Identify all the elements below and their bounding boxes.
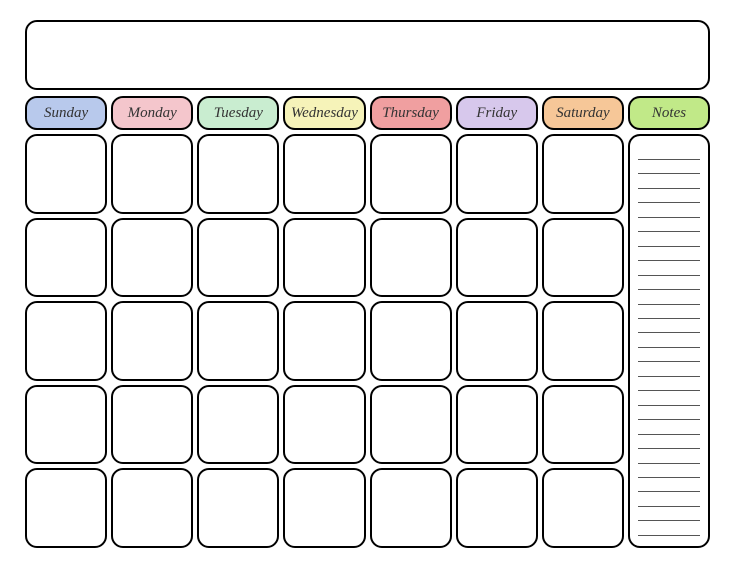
day-cell[interactable]	[283, 468, 365, 548]
day-cell[interactable]	[456, 301, 538, 381]
day-cell[interactable]	[542, 468, 624, 548]
note-line	[638, 276, 700, 290]
day-cell[interactable]	[456, 134, 538, 214]
day-column-saturday: Saturday	[542, 96, 624, 548]
note-line	[638, 218, 700, 232]
day-cell[interactable]	[111, 218, 193, 298]
day-column-thursday: Thursday	[370, 96, 452, 548]
day-cell[interactable]	[542, 134, 624, 214]
note-line	[638, 291, 700, 305]
calendar-columns: SundayMondayTuesdayWednesdayThursdayFrid…	[25, 96, 710, 548]
note-line	[638, 189, 700, 203]
note-line	[638, 507, 700, 521]
day-cell[interactable]	[283, 218, 365, 298]
day-cell[interactable]	[370, 301, 452, 381]
day-column-wednesday: Wednesday	[283, 96, 365, 548]
note-line	[638, 493, 700, 507]
day-cell[interactable]	[25, 301, 107, 381]
day-cell[interactable]	[542, 385, 624, 465]
day-header-thursday: Thursday	[370, 96, 452, 130]
day-header-tuesday: Tuesday	[197, 96, 279, 130]
note-line	[638, 305, 700, 319]
day-cell[interactable]	[111, 301, 193, 381]
day-cell[interactable]	[197, 385, 279, 465]
day-cell[interactable]	[283, 134, 365, 214]
day-cell[interactable]	[456, 468, 538, 548]
notes-header: Notes	[628, 96, 710, 130]
note-line	[638, 334, 700, 348]
note-line	[638, 160, 700, 174]
day-cell[interactable]	[25, 134, 107, 214]
note-line	[638, 450, 700, 464]
day-cell[interactable]	[197, 468, 279, 548]
day-cell[interactable]	[25, 218, 107, 298]
note-line	[638, 522, 700, 536]
day-cell[interactable]	[197, 134, 279, 214]
day-cell[interactable]	[456, 385, 538, 465]
day-cell[interactable]	[25, 385, 107, 465]
day-header-sunday: Sunday	[25, 96, 107, 130]
note-line	[638, 204, 700, 218]
note-line	[638, 406, 700, 420]
day-column-sunday: Sunday	[25, 96, 107, 548]
day-header-friday: Friday	[456, 96, 538, 130]
note-line	[638, 478, 700, 492]
note-line	[638, 435, 700, 449]
day-column-tuesday: Tuesday	[197, 96, 279, 548]
day-cell[interactable]	[456, 218, 538, 298]
day-cell[interactable]	[370, 385, 452, 465]
notes-column: Notes	[628, 96, 710, 548]
day-cell[interactable]	[197, 301, 279, 381]
note-line	[638, 392, 700, 406]
day-header-wednesday: Wednesday	[283, 96, 365, 130]
day-cell[interactable]	[197, 218, 279, 298]
day-cell[interactable]	[25, 468, 107, 548]
day-cell[interactable]	[542, 301, 624, 381]
notes-body[interactable]	[628, 134, 710, 548]
day-cell[interactable]	[111, 468, 193, 548]
day-header-monday: Monday	[111, 96, 193, 130]
note-line	[638, 464, 700, 478]
day-header-saturday: Saturday	[542, 96, 624, 130]
note-line	[638, 348, 700, 362]
note-line	[638, 262, 700, 276]
day-column-monday: Monday	[111, 96, 193, 548]
day-cell[interactable]	[542, 218, 624, 298]
note-line	[638, 175, 700, 189]
day-cell[interactable]	[370, 468, 452, 548]
day-cell[interactable]	[370, 218, 452, 298]
note-line	[638, 247, 700, 261]
day-cell[interactable]	[370, 134, 452, 214]
title-box[interactable]	[25, 20, 710, 90]
day-cell[interactable]	[283, 385, 365, 465]
note-line	[638, 421, 700, 435]
note-line	[638, 319, 700, 333]
day-column-friday: Friday	[456, 96, 538, 548]
day-cell[interactable]	[111, 385, 193, 465]
note-line	[638, 377, 700, 391]
note-line	[638, 146, 700, 160]
day-cell[interactable]	[283, 301, 365, 381]
note-line	[638, 233, 700, 247]
day-cell[interactable]	[111, 134, 193, 214]
note-line	[638, 363, 700, 377]
